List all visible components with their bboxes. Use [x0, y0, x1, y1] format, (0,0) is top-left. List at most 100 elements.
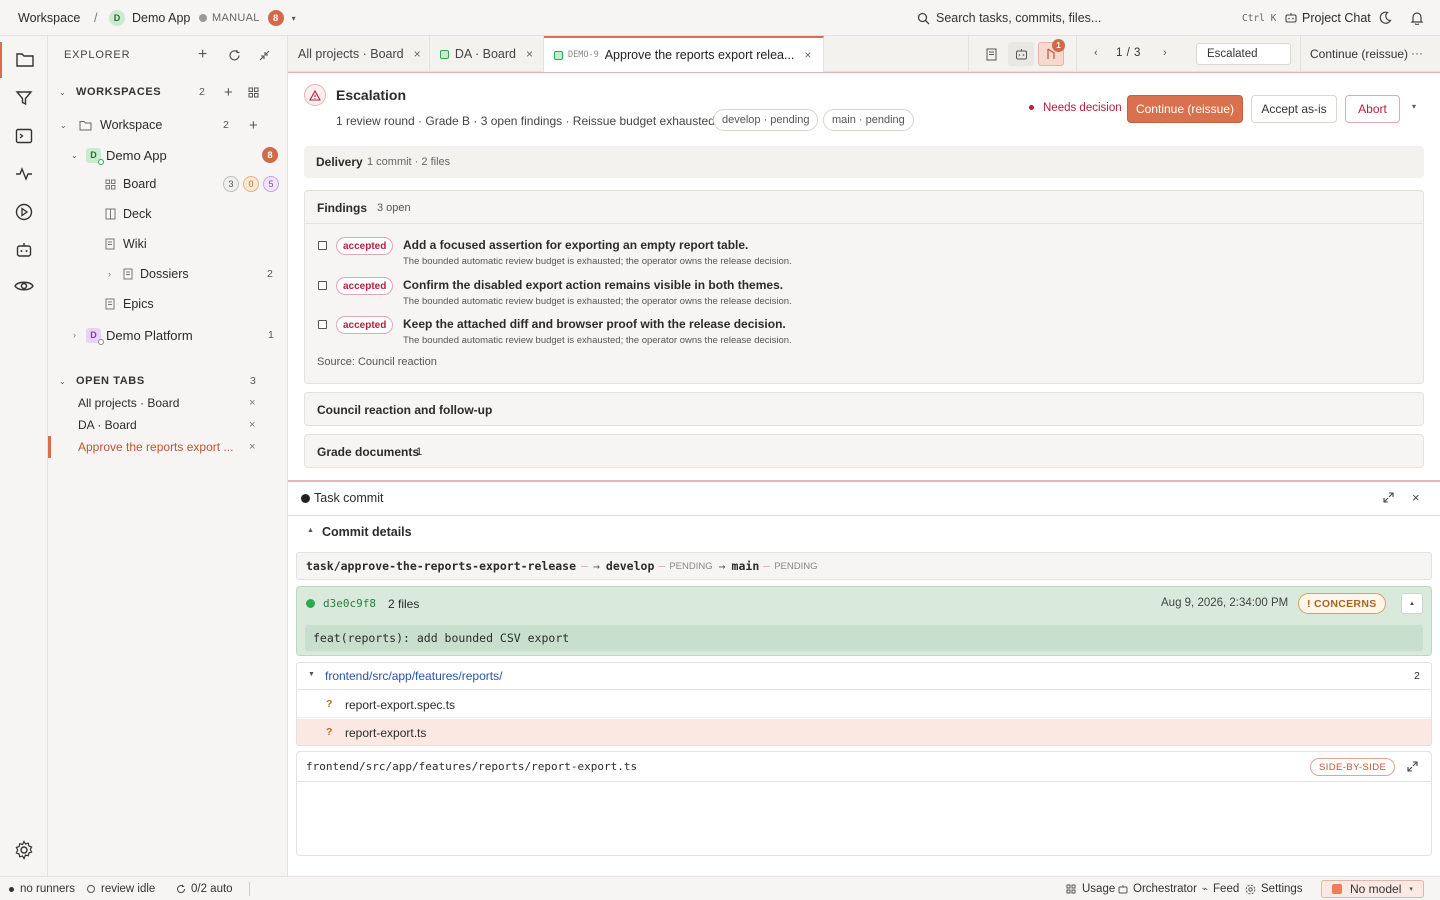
- commit-message: feat(reports): add bounded CSV export: [305, 625, 1423, 651]
- activity-pulse[interactable]: [0, 156, 48, 192]
- tree-item-dossiers[interactable]: › Dossiers 2: [48, 261, 288, 287]
- add-workspace-icon[interactable]: +: [224, 84, 233, 101]
- concerns-badge: ! CONCERNS: [1298, 593, 1386, 614]
- open-tab-item[interactable]: DA · Board ×: [48, 414, 288, 436]
- notifications-button[interactable]: [1410, 0, 1424, 36]
- search-input[interactable]: Search tasks, commits, files...: [936, 11, 1101, 25]
- refresh-icon[interactable]: [228, 49, 241, 62]
- finding-checkbox[interactable]: [318, 281, 327, 290]
- add-icon[interactable]: +: [249, 117, 258, 134]
- activity-agents[interactable]: [0, 232, 48, 268]
- close-icon[interactable]: ×: [804, 48, 811, 62]
- chevron-down-icon[interactable]: ▾: [1412, 102, 1416, 111]
- pager-label: 1 / 3: [1116, 47, 1141, 59]
- auto-status[interactable]: 0/2 auto: [176, 877, 233, 900]
- tab-da-board[interactable]: DA · Board ×: [430, 36, 544, 72]
- delivery-title: Delivery: [316, 155, 363, 169]
- grade-documents-section[interactable]: Grade documents 1: [304, 434, 1424, 468]
- file-row-selected[interactable]: ? report-export.ts: [297, 719, 1431, 745]
- project-breadcrumb[interactable]: D Demo App: [109, 0, 190, 36]
- expand-icon[interactable]: [1407, 761, 1418, 772]
- open-tab-item[interactable]: All projects · Board ×: [48, 392, 288, 414]
- close-icon[interactable]: ×: [414, 47, 421, 61]
- tree-item-count: 2: [267, 268, 273, 280]
- activity-settings[interactable]: [0, 832, 48, 868]
- accept-as-is-button[interactable]: Accept as-is: [1251, 95, 1337, 123]
- workspace-breadcrumb[interactable]: Workspace: [18, 0, 80, 36]
- more-icon[interactable]: ···: [1411, 46, 1423, 60]
- activity-explorer[interactable]: [0, 42, 48, 78]
- auto-label: 0/2 auto: [191, 883, 233, 895]
- continue-reissue-link[interactable]: Continue (reissue): [1310, 47, 1408, 61]
- activity-terminal[interactable]: [0, 118, 48, 154]
- file-row[interactable]: ? report-export.spec.ts: [297, 691, 1431, 718]
- commit-details-toggle[interactable]: ▲ Commit details: [288, 516, 1440, 548]
- commit-card[interactable]: d3e0c9f8 2 files Aug 9, 2026, 2:34:00 PM…: [296, 586, 1432, 656]
- tree-item-deck[interactable]: Deck: [48, 201, 288, 227]
- mode-indicator[interactable]: MANUAL 8 ▾: [199, 0, 296, 36]
- close-icon[interactable]: ×: [249, 419, 255, 431]
- pulse-icon: ⌁: [1202, 883, 1209, 895]
- tree-item-wiki[interactable]: Wiki: [48, 231, 288, 257]
- develop-status: PENDING: [669, 560, 713, 572]
- chevron-up-icon[interactable]: ▲: [1401, 593, 1423, 614]
- open-tab-item-active[interactable]: Approve the reports export ... ×: [48, 436, 288, 458]
- status-dot-icon: [98, 339, 104, 345]
- finding-checkbox[interactable]: [318, 320, 327, 329]
- commit-hash[interactable]: d3e0c9f8: [323, 597, 376, 610]
- abort-button[interactable]: Abort: [1345, 95, 1400, 123]
- tree-item-workspace[interactable]: ⌄ Workspace 2 +: [48, 112, 288, 138]
- review-status[interactable]: review idle: [87, 877, 155, 900]
- global-search[interactable]: Search tasks, commits, files...: [917, 0, 1101, 36]
- collapse-icon[interactable]: [258, 49, 271, 62]
- activity-run[interactable]: [0, 194, 48, 230]
- prev-icon[interactable]: ‹: [1094, 47, 1098, 59]
- runners-status[interactable]: no runners: [9, 877, 75, 900]
- file-tree-folder[interactable]: ▼ frontend/src/app/features/reports/ 2: [297, 663, 1431, 690]
- open-tabs-section-header[interactable]: ⌄ OPEN TABS 3: [48, 368, 288, 394]
- tree-item-board[interactable]: Board 3 0 5: [48, 171, 288, 197]
- grid-icon[interactable]: [248, 87, 259, 98]
- expand-icon[interactable]: [1383, 492, 1394, 503]
- theme-toggle-button[interactable]: [1378, 0, 1392, 36]
- document-view-icon[interactable]: [982, 45, 1000, 63]
- usage-button[interactable]: Usage: [1066, 877, 1115, 900]
- tab-all-projects-board[interactable]: All projects · Board ×: [288, 36, 430, 72]
- tree-item-epics[interactable]: Epics: [48, 291, 288, 317]
- close-icon[interactable]: ×: [249, 397, 255, 409]
- review-label: review idle: [101, 883, 156, 895]
- arrow-right-icon: →: [592, 559, 600, 573]
- project-chat-button[interactable]: Project Chat: [1285, 0, 1371, 36]
- diff-mode-toggle[interactable]: SIDE-BY-SIDE: [1310, 758, 1396, 776]
- findings-header[interactable]: Findings 3 open: [305, 191, 1423, 224]
- council-section[interactable]: Council reaction and follow-up: [304, 392, 1424, 426]
- feed-button[interactable]: ⌁ Feed: [1202, 877, 1239, 900]
- close-icon[interactable]: ×: [526, 47, 533, 61]
- close-icon[interactable]: ×: [1412, 490, 1420, 505]
- findings-section: Findings 3 open accepted Add a focused a…: [304, 190, 1424, 384]
- tab-demo-9[interactable]: DEMO-9 Approve the reports export relea.…: [544, 36, 824, 72]
- status-select[interactable]: Escalated: [1196, 43, 1291, 65]
- activity-watch[interactable]: [0, 268, 48, 304]
- settings-button[interactable]: Settings: [1245, 877, 1303, 900]
- agent-view-icon[interactable]: [1008, 42, 1034, 66]
- model-selector[interactable]: No model ▾: [1321, 880, 1424, 898]
- orchestrator-button[interactable]: Orchestrator: [1118, 877, 1197, 900]
- next-icon[interactable]: ›: [1163, 47, 1167, 59]
- tree-item-demo-app[interactable]: ⌄ D Demo App 8: [48, 142, 288, 168]
- document-icon: [123, 268, 133, 280]
- delivery-section[interactable]: Delivery 1 commit · 2 files: [304, 146, 1424, 178]
- activity-filter[interactable]: [0, 80, 48, 116]
- workspaces-section-header[interactable]: ⌄ WORKSPACES 2 +: [48, 79, 288, 105]
- close-icon[interactable]: ×: [249, 441, 255, 453]
- add-icon[interactable]: +: [198, 46, 207, 64]
- tree-item-demo-platform[interactable]: › D Demo Platform 1: [48, 322, 288, 348]
- folder-icon: [79, 120, 92, 131]
- chevron-down-icon[interactable]: ▾: [292, 14, 296, 23]
- workspaces-count: 2: [199, 86, 205, 98]
- finding-checkbox[interactable]: [318, 241, 327, 250]
- explorer-header: EXPLORER +: [48, 42, 288, 68]
- activity-bar: [0, 36, 48, 876]
- eye-icon: [14, 279, 34, 293]
- continue-reissue-button[interactable]: Continue (reissue): [1127, 95, 1243, 123]
